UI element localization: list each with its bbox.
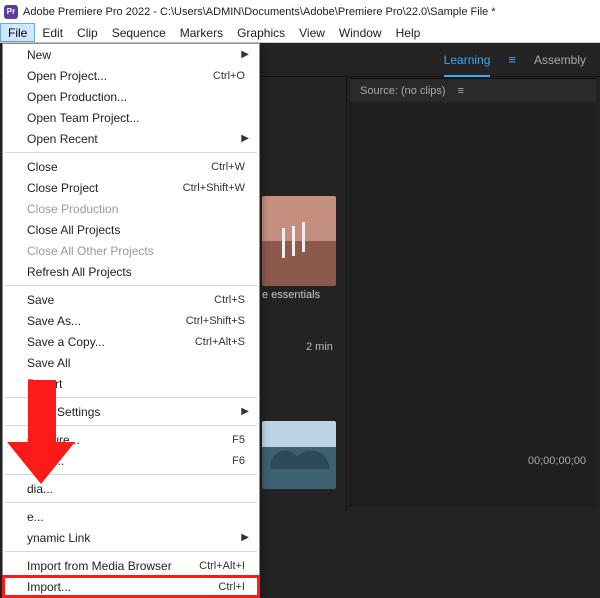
- menu-markers[interactable]: Markers: [173, 23, 230, 42]
- menu-item-label: Save a Copy...: [27, 335, 187, 349]
- menu-help[interactable]: Help: [389, 23, 428, 42]
- menu-item-label: Close All Other Projects: [27, 244, 245, 258]
- file-menu-item[interactable]: Open Project... Ctrl+O: [3, 65, 259, 86]
- menu-item-label: Save All: [27, 356, 245, 370]
- file-menu-item[interactable]: Open Production...: [3, 86, 259, 107]
- menu-item-label: Refresh All Projects: [27, 265, 245, 279]
- tutorial-duration-1: 2 min: [306, 341, 333, 353]
- menu-item-label: Capture...: [27, 433, 224, 447]
- menu-item-shortcut: Ctrl+I: [218, 581, 245, 593]
- submenu-arrow-icon: ▶: [241, 406, 249, 417]
- source-panel-menu-icon[interactable]: ≡: [458, 85, 464, 97]
- menu-item-label: ynamic Link: [27, 531, 245, 545]
- file-menu-item[interactable]: Sync Settings▶: [3, 401, 259, 422]
- source-monitor: [350, 102, 596, 507]
- source-panel-tab[interactable]: Source: (no clips) ≡: [350, 78, 596, 102]
- menu-item-label: Open Production...: [27, 90, 245, 104]
- menu-item-label: Save: [27, 293, 206, 307]
- menu-item-label: Revert: [27, 377, 245, 391]
- file-menu-item[interactable]: Revert: [3, 373, 259, 394]
- workspace-learning[interactable]: Learning: [444, 53, 491, 77]
- menu-item-shortcut: Ctrl+Shift+S: [186, 315, 245, 327]
- menu-item-label: New: [27, 48, 245, 62]
- file-menu-item: Close All Other Projects: [3, 240, 259, 261]
- menu-item-shortcut: Ctrl+Alt+S: [195, 336, 245, 348]
- menubar: File Edit Clip Sequence Markers Graphics…: [0, 23, 600, 43]
- file-menu-item: Close Production: [3, 198, 259, 219]
- file-menu-item[interactable]: Save a Copy... Ctrl+Alt+S: [3, 331, 259, 352]
- titlebar: Pr Adobe Premiere Pro 2022 - C:\Users\AD…: [0, 0, 600, 23]
- file-menu-item[interactable]: Open Recent▶: [3, 128, 259, 149]
- file-menu-item[interactable]: pture... F6: [3, 450, 259, 471]
- menu-item-shortcut: Ctrl+Shift+W: [183, 182, 245, 194]
- menu-item-label: Close Project: [27, 181, 175, 195]
- menu-item-label: Import from Media Browser: [27, 559, 191, 573]
- file-menu-item[interactable]: Save Ctrl+S: [3, 289, 259, 310]
- file-menu-item[interactable]: e...: [3, 506, 259, 527]
- menu-view[interactable]: View: [292, 23, 332, 42]
- menu-item-label: Close: [27, 160, 203, 174]
- file-menu-item[interactable]: ynamic Link▶: [3, 527, 259, 548]
- panel-divider[interactable]: [346, 78, 347, 511]
- tutorial-thumbnail-2[interactable]: [262, 421, 336, 489]
- file-menu-item[interactable]: Save As... Ctrl+Shift+S: [3, 310, 259, 331]
- menu-item-label: Open Project...: [27, 69, 205, 83]
- file-menu-item[interactable]: Import... Ctrl+I: [3, 576, 259, 597]
- menu-edit[interactable]: Edit: [35, 23, 70, 42]
- menu-item-shortcut: Ctrl+Alt+I: [199, 560, 245, 572]
- workspace-menu-icon[interactable]: ≡: [508, 52, 516, 67]
- menu-file[interactable]: File: [0, 23, 35, 42]
- menu-sequence[interactable]: Sequence: [105, 23, 173, 42]
- menu-item-shortcut: F5: [232, 434, 245, 446]
- source-panel-label: Source: (no clips): [360, 85, 446, 97]
- submenu-arrow-icon: ▶: [241, 133, 249, 144]
- menu-item-label: Open Recent: [27, 132, 245, 146]
- file-menu-item[interactable]: Close All Projects: [3, 219, 259, 240]
- file-menu-item[interactable]: dia...: [3, 478, 259, 499]
- file-menu-item[interactable]: New▶: [3, 44, 259, 65]
- menu-item-label: dia...: [27, 482, 245, 496]
- menu-item-label: Close All Projects: [27, 223, 245, 237]
- submenu-arrow-icon: ▶: [241, 532, 249, 543]
- submenu-arrow-icon: ▶: [241, 49, 249, 60]
- menu-clip[interactable]: Clip: [70, 23, 105, 42]
- file-menu-item[interactable]: Open Team Project...: [3, 107, 259, 128]
- menu-graphics[interactable]: Graphics: [230, 23, 292, 42]
- menu-item-label: pture...: [27, 454, 224, 468]
- menu-item-label: Sync Settings: [27, 405, 245, 419]
- file-menu-item[interactable]: Save All: [3, 352, 259, 373]
- tutorial-title-1: e essentials: [262, 289, 320, 301]
- menu-window[interactable]: Window: [332, 23, 389, 42]
- menu-item-label: Save As...: [27, 314, 178, 328]
- timecode: 00;00;00;00: [528, 455, 586, 467]
- menu-item-shortcut: Ctrl+S: [214, 294, 245, 306]
- tutorial-thumbnail-1[interactable]: [262, 196, 336, 286]
- menu-item-shortcut: F6: [232, 455, 245, 467]
- menu-item-shortcut: Ctrl+W: [211, 161, 245, 173]
- file-menu-item[interactable]: Refresh All Projects: [3, 261, 259, 282]
- menu-item-label: Open Team Project...: [27, 111, 245, 125]
- window-title: Adobe Premiere Pro 2022 - C:\Users\ADMIN…: [23, 6, 496, 18]
- menu-item-label: Close Production: [27, 202, 245, 216]
- app-icon: Pr: [4, 5, 18, 19]
- menu-item-shortcut: Ctrl+O: [213, 70, 245, 82]
- file-menu-item[interactable]: Capture... F5: [3, 429, 259, 450]
- menu-item-label: e...: [27, 510, 245, 524]
- workspace-assembly[interactable]: Assembly: [534, 53, 586, 67]
- file-menu-item[interactable]: Close Ctrl+W: [3, 156, 259, 177]
- file-menu-item[interactable]: Close Project Ctrl+Shift+W: [3, 177, 259, 198]
- menu-item-label: Import...: [27, 580, 210, 594]
- file-menu-dropdown: New▶Open Project...Ctrl+OOpen Production…: [2, 43, 260, 598]
- file-menu-item[interactable]: Import from Media Browser Ctrl+Alt+I: [3, 555, 259, 576]
